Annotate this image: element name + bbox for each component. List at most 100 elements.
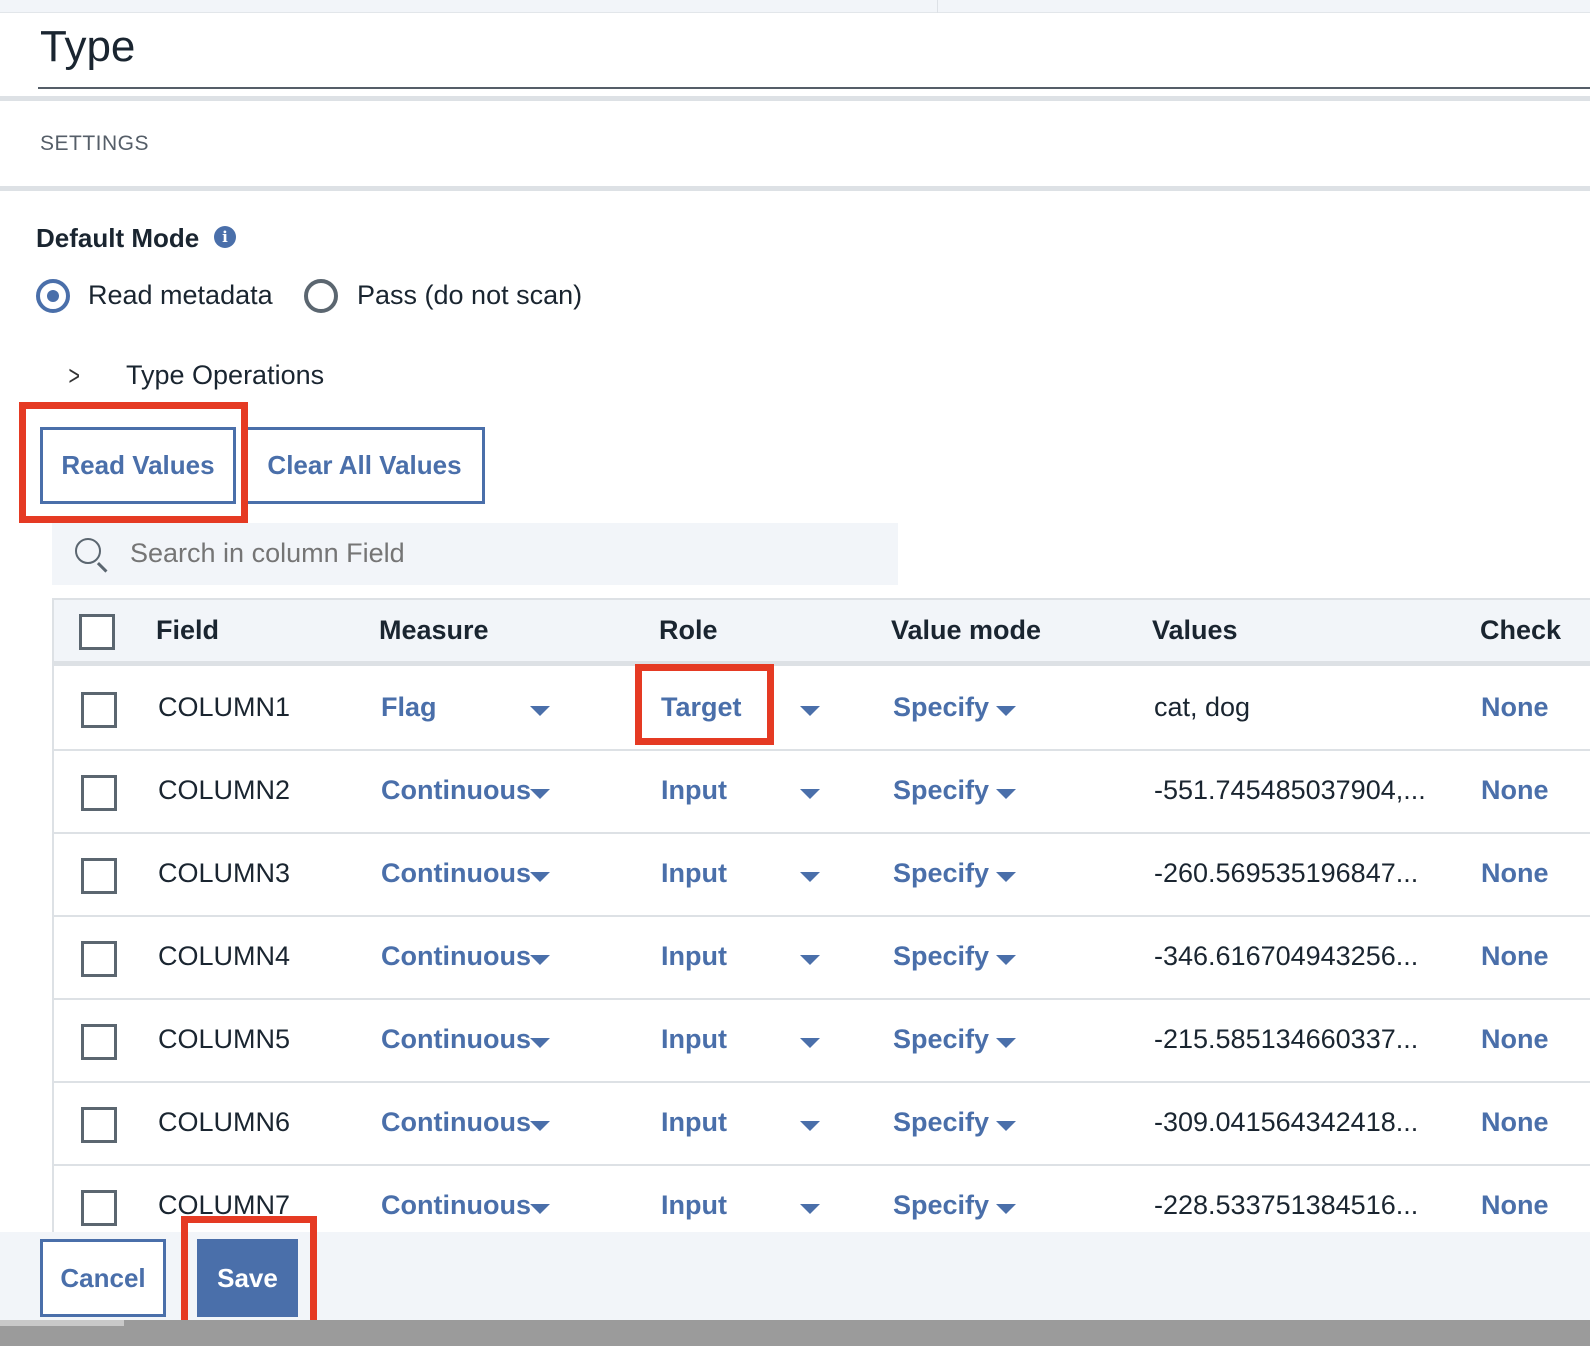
role-dropdown[interactable]: Input [661,1107,727,1138]
column-header-value-mode[interactable]: Value mode [891,615,1041,646]
chevron-down-icon[interactable] [800,706,820,716]
values-cell: cat, dog [1154,692,1251,722]
role-dropdown[interactable]: Input [661,1190,727,1221]
column-header-field[interactable]: Field [156,615,219,646]
chevron-down-icon[interactable] [800,955,820,965]
check-link[interactable]: None [1481,1024,1549,1055]
values-cell: -346.616704943256... [1154,941,1419,971]
chevron-down-icon[interactable] [530,1204,550,1214]
check-link[interactable]: None [1481,941,1549,972]
column-header-values[interactable]: Values [1152,615,1238,646]
cancel-button[interactable]: Cancel [40,1239,166,1317]
value-mode-dropdown[interactable]: Specify [893,1190,989,1221]
chevron-down-icon[interactable] [800,1121,820,1131]
value-mode-dropdown[interactable]: Specify [893,941,989,972]
default-mode-label: Default Mode [36,223,200,253]
chevron-down-icon[interactable] [530,872,550,882]
column-header-check[interactable]: Check [1480,615,1561,646]
role-dropdown[interactable]: Input [661,858,727,889]
values-cell: -215.585134660337... [1154,1024,1419,1054]
field-name: COLUMN5 [158,1024,291,1054]
column-header-measure[interactable]: Measure [379,615,489,646]
value-mode-dropdown[interactable]: Specify [893,1024,989,1055]
measure-dropdown[interactable]: Continuous [381,941,531,972]
type-operations-toggle[interactable]: Type Operations [126,360,324,391]
row-checkbox[interactable] [81,692,117,728]
field-name: COLUMN3 [158,858,291,888]
field-name: COLUMN2 [158,775,291,805]
values-cell: -228.533751384516... [1154,1190,1419,1220]
role-dropdown[interactable]: Input [661,941,727,972]
value-mode-dropdown[interactable]: Specify [893,858,989,889]
row-checkbox[interactable] [81,1107,117,1143]
select-all-checkbox[interactable] [79,614,115,650]
chevron-down-icon[interactable] [530,1038,550,1048]
check-link[interactable]: None [1481,775,1549,806]
search-icon [75,538,101,564]
chevron-down-icon[interactable] [996,789,1016,799]
section-label-settings: SETTINGS [40,132,150,155]
table-row: COLUMN4 Continuous Input Specify -346.616704… [54,917,1590,1000]
chevron-down-icon[interactable] [996,1038,1016,1048]
highlight-read-values [19,402,248,523]
table-row: COLUMN1 Flag Target Specify cat, dog None [54,664,1590,751]
divider [0,186,1590,191]
top-bar [0,0,1590,13]
check-link[interactable]: None [1481,1107,1549,1138]
field-name: COLUMN1 [158,692,291,722]
chevron-down-icon[interactable] [996,1121,1016,1131]
clear-all-values-button[interactable]: Clear All Values [244,427,485,504]
chevron-down-icon[interactable] [996,872,1016,882]
chevron-down-icon[interactable] [800,1204,820,1214]
table-row: COLUMN6 Continuous Input Specify -309.041564… [54,1083,1590,1166]
chevron-down-icon[interactable] [996,1204,1016,1214]
values-cell: -309.041564342418... [1154,1107,1419,1137]
values-cell: -551.745485037904,... [1154,775,1426,805]
role-dropdown[interactable]: Input [661,1024,727,1055]
chevron-down-icon[interactable] [800,1038,820,1048]
chevron-right-icon[interactable]: > [68,360,79,392]
measure-dropdown[interactable]: Continuous [381,1190,531,1221]
info-icon[interactable]: i [214,226,236,248]
check-link[interactable]: None [1481,692,1549,723]
measure-dropdown[interactable]: Flag [381,692,437,723]
chevron-down-icon[interactable] [530,789,550,799]
chevron-down-icon[interactable] [530,1121,550,1131]
column-header-role[interactable]: Role [659,615,718,646]
measure-dropdown[interactable]: Continuous [381,1107,531,1138]
check-link[interactable]: None [1481,1190,1549,1221]
field-name: COLUMN4 [158,941,291,971]
page-title: Type [40,22,136,71]
check-link[interactable]: None [1481,858,1549,889]
chevron-down-icon[interactable] [800,789,820,799]
chevron-down-icon[interactable] [800,872,820,882]
value-mode-dropdown[interactable]: Specify [893,692,989,723]
divider [0,96,1590,101]
measure-dropdown[interactable]: Continuous [381,775,531,806]
bottom-scrollbar[interactable] [0,1320,1590,1346]
chevron-down-icon[interactable] [530,955,550,965]
search-input[interactable] [130,538,830,569]
row-checkbox[interactable] [81,775,117,811]
values-cell: -260.569535196847... [1154,858,1419,888]
row-checkbox[interactable] [81,1024,117,1060]
value-mode-dropdown[interactable]: Specify [893,775,989,806]
radio-label-read-metadata[interactable]: Read metadata [88,280,273,311]
chevron-down-icon[interactable] [530,706,550,716]
row-checkbox[interactable] [81,941,117,977]
measure-dropdown[interactable]: Continuous [381,858,531,889]
row-checkbox[interactable] [81,858,117,894]
chevron-down-icon[interactable] [996,955,1016,965]
field-name: COLUMN6 [158,1107,291,1137]
radio-pass[interactable] [304,279,338,313]
row-checkbox[interactable] [81,1190,117,1226]
table-header [52,598,1590,666]
radio-label-pass[interactable]: Pass (do not scan) [357,280,582,311]
chevron-down-icon[interactable] [996,706,1016,716]
highlight-target [635,664,774,745]
radio-read-metadata[interactable] [36,279,70,313]
highlight-save [181,1216,317,1328]
measure-dropdown[interactable]: Continuous [381,1024,531,1055]
value-mode-dropdown[interactable]: Specify [893,1107,989,1138]
role-dropdown[interactable]: Input [661,775,727,806]
